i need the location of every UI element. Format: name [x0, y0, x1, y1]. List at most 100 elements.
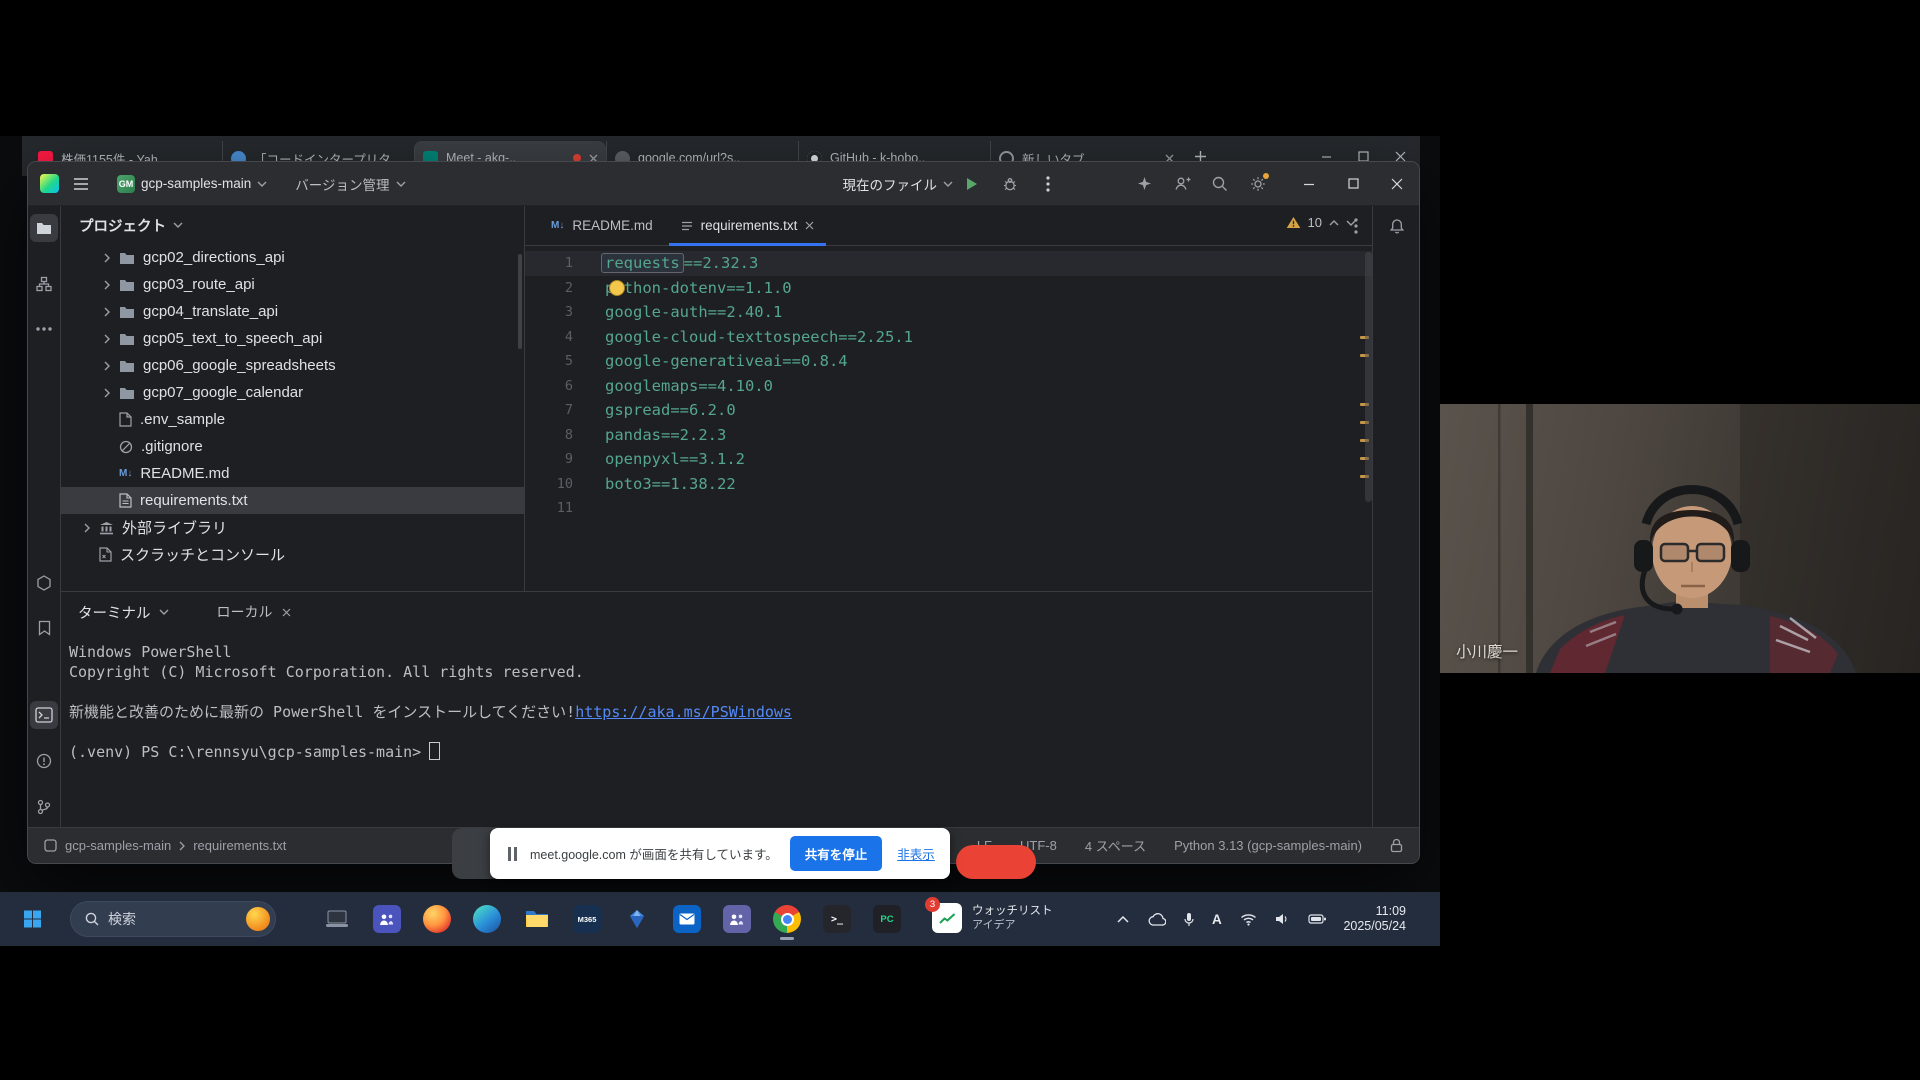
editor-tab-requirements[interactable]: requirements.txt [667, 206, 829, 245]
version-control-icon[interactable] [30, 793, 58, 821]
indent-style[interactable]: 4 スペース [1085, 836, 1146, 855]
battery-icon[interactable] [1308, 914, 1327, 924]
edge-icon[interactable] [473, 905, 501, 933]
outlook-icon[interactable] [673, 905, 701, 933]
tree-item-gcp07_google_calendar[interactable]: gcp07_google_calendar [61, 379, 524, 406]
tree-item-requirements[interactable]: requirements.txt [61, 487, 524, 514]
screen-app-icon[interactable] [323, 905, 351, 933]
status-project[interactable]: gcp-samples-main [65, 838, 171, 853]
tree-item-gcp02_directions_api[interactable]: gcp02_directions_api [61, 244, 524, 271]
tree-item-env-sample[interactable]: .env_sample [61, 406, 524, 433]
firefox-icon[interactable] [423, 905, 451, 933]
next-problem-icon[interactable] [1346, 220, 1356, 226]
debug-icon[interactable] [997, 171, 1023, 197]
terminal-prompt: (.venv) PS C:\rennsyu\gcp-samples-main> [69, 742, 1372, 762]
more-actions-icon[interactable] [1035, 171, 1061, 197]
tree-item-gitignore[interactable]: .gitignore [61, 433, 524, 460]
terminal-header: ターミナル ローカル [61, 592, 1372, 632]
settings-gear-icon[interactable] [1245, 171, 1271, 197]
chevron-right-icon [179, 841, 185, 851]
vcs-widget[interactable]: バージョン管理 [295, 174, 405, 194]
teams-icon[interactable] [373, 905, 401, 933]
editor-scrollbar[interactable] [1365, 252, 1372, 502]
chevron-right-icon[interactable] [101, 388, 113, 398]
tree-item-readme[interactable]: M↓ README.md [61, 460, 524, 487]
browser-minimize-button[interactable] [1321, 151, 1332, 162]
packages-icon[interactable] [30, 569, 58, 597]
webcam-person-illustration [1440, 404, 1920, 673]
chevron-right-icon[interactable] [101, 280, 113, 290]
meet-leave-button-fragment[interactable] [956, 845, 1036, 879]
volume-icon[interactable] [1275, 913, 1290, 925]
tree-item-gcp05_text_to_speech_api[interactable]: gcp05_text_to_speech_api [61, 325, 524, 352]
intention-bulb-icon[interactable] [609, 280, 625, 296]
bookmarks-icon[interactable] [30, 614, 58, 642]
project-panel-header[interactable]: プロジェクト [61, 206, 524, 244]
editor-tab-readme[interactable]: M↓ README.md [537, 206, 667, 245]
wifi-icon[interactable] [1240, 913, 1257, 926]
run-button[interactable] [959, 171, 985, 197]
tree-item-gcp03_route_api[interactable]: gcp03_route_api [61, 271, 524, 298]
teams-new-icon[interactable] [723, 905, 751, 933]
lock-icon[interactable] [1390, 838, 1403, 853]
project-scrollbar[interactable] [518, 254, 522, 349]
m365-icon[interactable]: M365 [573, 905, 601, 933]
terminal-output[interactable]: Windows PowerShell Copyright (C) Microso… [61, 632, 1372, 762]
code-line: 10boto3==1.38.22 [525, 472, 1372, 497]
hide-banner-link[interactable]: 非表示 [897, 844, 935, 863]
windows-terminal-icon[interactable]: >_ [823, 905, 851, 933]
tree-item-gcp04_translate_api[interactable]: gcp04_translate_api [61, 298, 524, 325]
start-button[interactable] [24, 911, 41, 928]
chevron-right-icon[interactable] [81, 523, 93, 533]
browser-close-button[interactable] [1395, 151, 1406, 162]
main-menu-icon[interactable] [73, 177, 89, 191]
tree-item-external-libraries[interactable]: 外部ライブラリ [61, 514, 524, 541]
widgets-button[interactable]: 3 ウォッチリスト アイデア [932, 903, 1053, 933]
taskbar-clock[interactable]: 11:09 2025/05/24 [1343, 904, 1406, 934]
python-interpreter[interactable]: Python 3.13 (gcp-samples-main) [1174, 838, 1362, 853]
editor-content[interactable]: 1 requests==2.32.3 2python-dotenv==1.1.0… [525, 246, 1372, 591]
tab-close-icon[interactable] [805, 221, 814, 230]
more-tool-windows-icon[interactable] [30, 315, 58, 343]
pycharm-taskbar-icon[interactable]: PC [873, 905, 901, 933]
chevron-right-icon[interactable] [101, 307, 113, 317]
search-everywhere-icon[interactable] [1207, 171, 1233, 197]
powershell-update-link[interactable]: https://aka.ms/PSWindows [575, 703, 792, 721]
file-explorer-icon[interactable] [523, 905, 551, 933]
ime-indicator[interactable]: A [1212, 912, 1222, 927]
ide-close-button[interactable] [1375, 162, 1419, 206]
terminal-tool-icon[interactable] [30, 701, 58, 729]
ide-minimize-button[interactable] [1287, 162, 1331, 206]
blue-gem-icon[interactable] [623, 905, 651, 933]
text-file-icon [119, 493, 132, 508]
chrome-icon[interactable] [773, 905, 801, 933]
taskbar-search-box[interactable]: 検索 [70, 901, 276, 937]
terminal-title[interactable]: ターミナル [78, 602, 151, 623]
ai-assistant-icon[interactable] [1131, 171, 1157, 197]
inspections-widget[interactable]: 10 [1286, 215, 1356, 230]
tab-close-icon[interactable] [282, 608, 291, 617]
browser-maximize-button[interactable] [1358, 151, 1369, 162]
code-with-me-icon[interactable] [1169, 171, 1195, 197]
widgets-text: ウォッチリスト アイデア [972, 904, 1053, 932]
ide-maximize-button[interactable] [1331, 162, 1375, 206]
terminal-panel: ターミナル ローカル Windows PowerShell Copyright … [61, 591, 1372, 829]
run-configuration-widget[interactable]: 現在のファイル [843, 174, 954, 194]
prev-problem-icon[interactable] [1329, 220, 1339, 226]
stop-sharing-button[interactable]: 共有を停止 [790, 836, 883, 871]
tray-chevron-up-icon[interactable] [1117, 916, 1129, 923]
chevron-right-icon[interactable] [101, 334, 113, 344]
tree-item-scratches[interactable]: スクラッチとコンソール [61, 541, 524, 568]
chevron-right-icon[interactable] [101, 253, 113, 263]
tree-item-gcp06_google_spreadsheets[interactable]: gcp06_google_spreadsheets [61, 352, 524, 379]
terminal-tab-local[interactable]: ローカル [217, 602, 291, 622]
onedrive-cloud-icon[interactable] [1147, 913, 1166, 926]
structure-icon[interactable] [30, 270, 58, 298]
microphone-icon[interactable] [1184, 912, 1194, 927]
problems-icon[interactable] [30, 747, 58, 775]
chevron-right-icon[interactable] [101, 361, 113, 371]
project-tool-icon[interactable] [30, 214, 58, 242]
notifications-bell-icon[interactable] [1389, 218, 1406, 235]
status-file[interactable]: requirements.txt [193, 838, 286, 853]
project-widget[interactable]: GM gcp-samples-main [117, 175, 267, 193]
